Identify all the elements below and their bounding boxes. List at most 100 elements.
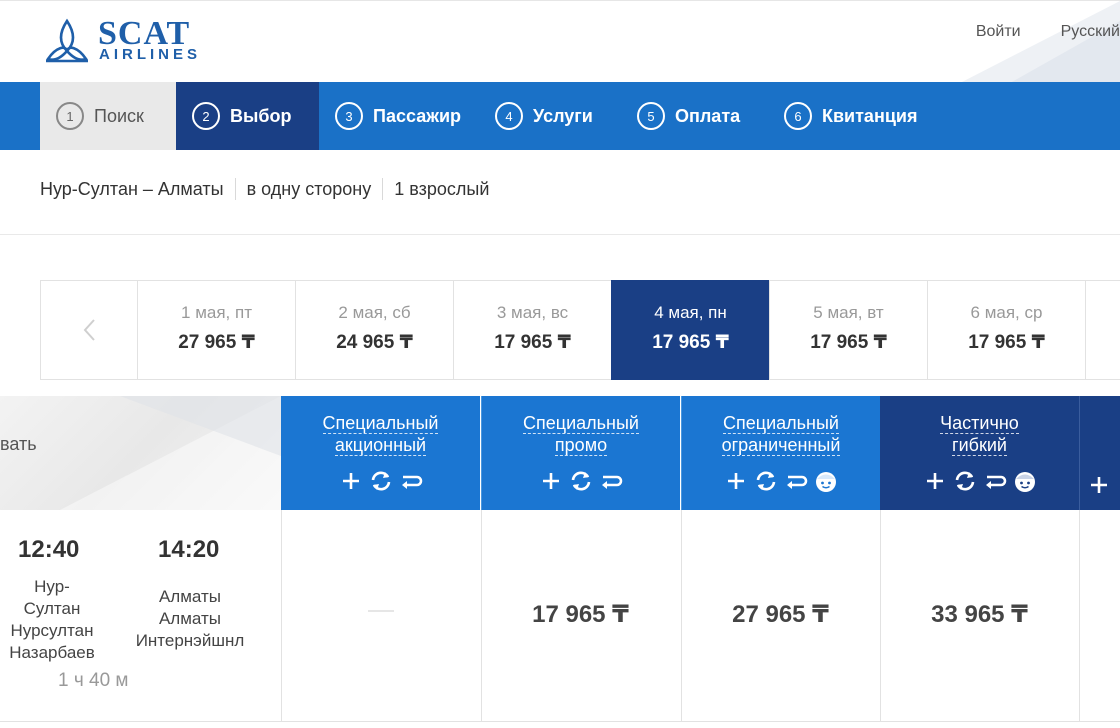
date-option-selected[interactable]: 4 мая, пн 17 965 ₸ — [611, 280, 769, 380]
fare-name: Частично гибкий — [880, 412, 1079, 456]
fare-price-limited[interactable]: 27 965 ₸ — [681, 600, 880, 629]
date-option[interactable]: 3 мая, вс 17 965 ₸ — [453, 280, 611, 380]
step-passenger[interactable]: 3 Пассажир — [319, 82, 479, 150]
cell-divider — [281, 510, 282, 722]
plus-icon — [1091, 477, 1107, 493]
fare-icons — [482, 468, 680, 494]
step-label: Выбор — [230, 105, 292, 126]
return-icon — [401, 475, 422, 489]
date-price: 17 965 ₸ — [652, 332, 729, 353]
plus-icon — [728, 473, 744, 489]
fare-name-line1: Частично — [940, 413, 1019, 434]
fare-price-promo[interactable]: 17 965 ₸ — [481, 600, 680, 629]
fare-header-special-limited[interactable]: Специальный ограниченный — [681, 396, 880, 510]
plus-icon — [926, 473, 943, 489]
logo-mark-icon — [45, 18, 89, 63]
return-icon — [985, 475, 1006, 489]
departure-time: 12:40 — [18, 536, 80, 563]
exchange-icon — [955, 471, 974, 491]
airport-line: Интернэйшнл — [135, 631, 245, 650]
fare-name-line1: Специальный — [523, 413, 639, 434]
exchange-icon — [371, 471, 390, 491]
divider — [0, 234, 1120, 235]
fare-name-line1: Специальный — [322, 413, 439, 434]
step-number: 6 — [784, 102, 812, 130]
step-number: 4 — [495, 102, 523, 130]
date-option[interactable]: 5 мая, вт 17 965 ₸ — [769, 280, 927, 380]
date-price: 17 965 ₸ — [494, 332, 571, 353]
date-option-partial[interactable] — [1085, 280, 1120, 380]
fare-header-special-promo-action[interactable]: Специальный акционный — [281, 396, 480, 510]
date-price: 27 965 ₸ — [178, 332, 255, 353]
fare-price-flexible[interactable]: 33 965 ₸ — [880, 600, 1079, 629]
logo-text-airlines: AIRLINES — [99, 46, 202, 63]
fare-name-line2: ограниченный — [721, 435, 841, 456]
date-option[interactable]: 1 мая, пт 27 965 ₸ — [137, 280, 295, 380]
top-links: Войти Русский — [976, 23, 1120, 41]
fare-name-line2: акционный — [334, 435, 427, 456]
step-label: Оплата — [675, 105, 741, 126]
date-label: 4 мая, пн — [654, 303, 727, 322]
return-icon — [787, 475, 808, 489]
step-label: Услуги — [533, 105, 593, 126]
fare-name-line1: Специальный — [723, 413, 839, 434]
language-selector[interactable]: Русский — [1061, 23, 1120, 41]
airport-line: Султан — [23, 599, 81, 618]
flight-row: 12:40 14:20 Нур- Султан Нурсултан Назарб… — [0, 510, 1120, 722]
route-separator — [382, 178, 384, 200]
unavailable-dash — [368, 610, 394, 612]
booking-steps: 1 Поиск 2 Выбор 3 Пассажир 4 Услуги 5 Оп… — [0, 82, 1120, 150]
airport-line: Алматы — [158, 587, 222, 606]
date-option[interactable]: 6 мая, ср 17 965 ₸ — [927, 280, 1085, 380]
step-number: 1 — [56, 102, 84, 130]
route-trip-type: в одну сторону — [246, 178, 372, 199]
prev-dates-button[interactable] — [40, 280, 137, 380]
return-icon — [602, 475, 623, 489]
fare-icons — [682, 468, 880, 494]
airport-line: Нурсултан — [10, 621, 94, 640]
chevron-left-icon — [83, 319, 95, 341]
login-link[interactable]: Войти — [976, 23, 1021, 41]
header-decoration — [961, 1, 1120, 82]
fare-header-partial[interactable] — [1079, 396, 1120, 510]
route-passengers: 1 взрослый — [394, 178, 490, 199]
header-decoration — [60, 396, 281, 510]
airport-line: Нур- — [34, 577, 70, 596]
fare-header-partially-flexible[interactable]: Частично гибкий — [880, 396, 1079, 510]
step-label: Поиск — [94, 105, 144, 126]
date-label: 2 мая, сб — [338, 303, 411, 322]
flight-column-header: вать — [0, 396, 281, 510]
sort-label[interactable]: вать — [0, 434, 37, 455]
plus-icon — [543, 473, 559, 489]
airline-logo[interactable]: SCAT AIRLINES — [42, 17, 272, 67]
fare-name-line2: промо — [554, 435, 608, 456]
step-number: 5 — [637, 102, 665, 130]
date-selector: 1 мая, пт 27 965 ₸ 2 мая, сб 24 965 ₸ 3 … — [40, 280, 1120, 380]
step-number: 3 — [335, 102, 363, 130]
step-label: Пассажир — [373, 105, 462, 126]
site-header: SCAT AIRLINES Войти Русский — [0, 0, 1120, 82]
route-summary[interactable]: Нур-Султан – Алматы в одну сторону 1 взр… — [40, 178, 489, 200]
fare-header-special-promo[interactable]: Специальный промо — [481, 396, 680, 510]
date-label: 3 мая, вс — [496, 303, 569, 322]
date-option[interactable]: 2 мая, сб 24 965 ₸ — [295, 280, 453, 380]
step-select[interactable]: 2 Выбор — [176, 82, 319, 150]
child-icon — [816, 472, 836, 492]
plus-icon — [342, 473, 359, 489]
exchange-icon — [756, 471, 776, 491]
step-services[interactable]: 4 Услуги — [479, 82, 621, 150]
step-receipt[interactable]: 6 Квитанция — [768, 82, 938, 150]
fare-icons — [1080, 472, 1120, 498]
arrival-airport: Алматы Алматы Интернэйшнл — [124, 586, 256, 652]
date-label: 6 мая, ср — [970, 303, 1043, 322]
exchange-icon — [571, 471, 591, 491]
fare-name: Специальный акционный — [281, 412, 480, 456]
fare-icons — [281, 468, 480, 494]
step-payment[interactable]: 5 Оплата — [621, 82, 768, 150]
step-search[interactable]: 1 Поиск — [40, 82, 176, 150]
date-price: 17 965 ₸ — [810, 332, 887, 353]
route-direction: Нур-Султан – Алматы — [40, 178, 224, 199]
airport-line: Назарбаев — [9, 643, 95, 662]
route-separator — [234, 178, 236, 200]
child-icon — [1014, 472, 1035, 492]
